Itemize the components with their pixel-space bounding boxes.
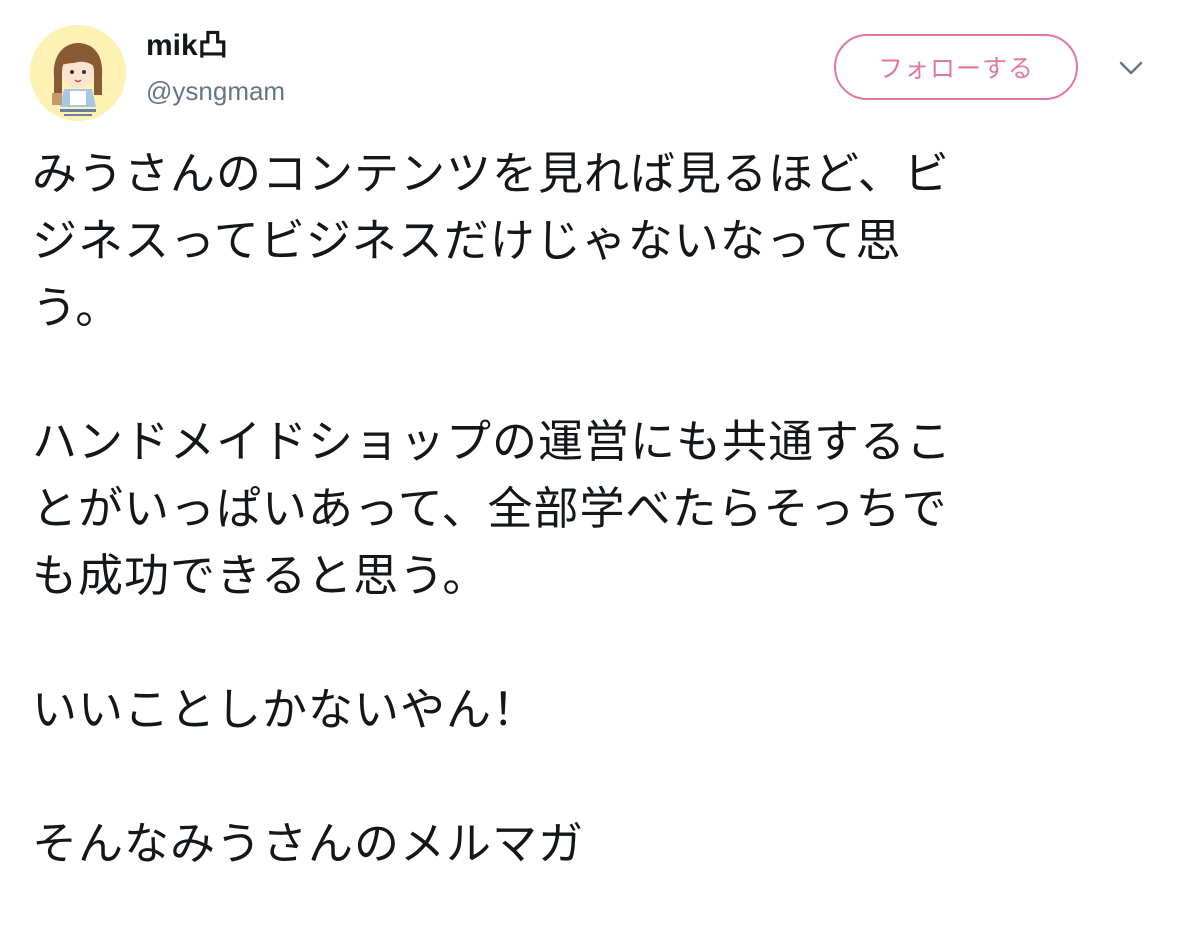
tweet-text: みうさんのコンテンツを見れば見るほど、ビ ジネスってビジネスだけじゃないなって思… bbox=[32, 140, 1162, 944]
tweet-paragraph: ハンドメイドショップの運営にも共通するこ とがいっぱいあって、全部学べたらそっち… bbox=[32, 408, 1162, 609]
tweet-line: も成功できると思う。 bbox=[32, 549, 489, 602]
tweet-line: そんなみうさんのメルマガ bbox=[32, 817, 585, 870]
tweet-line: みうさんのコンテンツを見れば見るほど、ビ bbox=[32, 147, 950, 200]
follow-button[interactable]: フォローする bbox=[834, 34, 1078, 100]
tweet-paragraph: そんなみうさんのメルマガ bbox=[32, 810, 1162, 877]
tweet-line: ジネスってビジネスだけじゃないなって思 bbox=[32, 214, 902, 267]
avatar-illustration bbox=[30, 25, 126, 121]
tweet-line: う。 bbox=[32, 281, 122, 334]
user-handle[interactable]: @ysngmam bbox=[146, 75, 285, 107]
tweet-header: mik凸 @ysngmam フォローする bbox=[0, 0, 1188, 130]
tweet-paragraph: いいことしかないやん！ bbox=[32, 676, 1162, 743]
tweet-paragraph: みうさんのコンテンツを見れば見るほど、ビ ジネスってビジネスだけじゃないなって思… bbox=[32, 140, 1162, 341]
tweet-line: とがいっぱいあって、全部学べたらそっちで bbox=[32, 482, 948, 535]
display-name[interactable]: mik凸 bbox=[146, 28, 228, 64]
tweet-line: ハンドメイドショップの運営にも共通するこ bbox=[32, 415, 953, 468]
avatar[interactable] bbox=[30, 25, 126, 121]
tweet-line: いいことしかないやん！ bbox=[32, 683, 539, 736]
chevron-down-icon[interactable] bbox=[1118, 58, 1144, 78]
